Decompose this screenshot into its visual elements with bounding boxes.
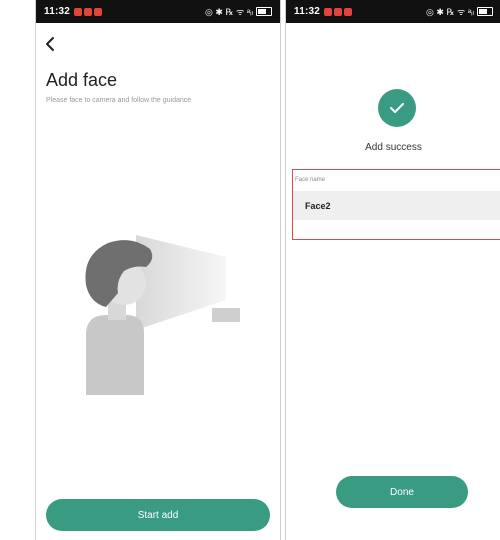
notification-icon: [344, 7, 353, 16]
notification-icon: [94, 7, 103, 16]
success-message: Add success: [365, 142, 422, 153]
notification-icons: [324, 7, 353, 16]
done-button[interactable]: Done: [336, 476, 468, 508]
battery-icon: [256, 7, 272, 16]
notification-icons: [74, 7, 103, 16]
notification-icon: [74, 7, 83, 16]
start-add-button[interactable]: Start add: [46, 499, 270, 531]
status-bar: 11:32 ◎ ✱ ℞ ᯤ ᵃᵢₗ: [286, 0, 500, 23]
page-subtitle: Please face to camera and follow the gui…: [46, 97, 192, 104]
status-time: 11:32: [294, 6, 321, 17]
check-icon: [390, 103, 404, 113]
status-time: 11:32: [44, 6, 71, 17]
success-badge: [378, 89, 416, 127]
chevron-left-icon[interactable]: [44, 36, 58, 52]
notification-icon: [334, 7, 343, 16]
status-bar: 11:32 ◎ ✱ ℞ ᯤ ᵃᵢₗ: [36, 0, 280, 23]
face-name-value: Face2: [305, 201, 331, 211]
add-success-screen: 11:32 ◎ ✱ ℞ ᯤ ᵃᵢₗ Add success Face name …: [285, 0, 500, 540]
system-icons-text: ◎ ✱ ℞ ᯤ ᵃᵢₗ: [426, 7, 474, 17]
notification-icon: [84, 7, 93, 16]
notification-icon: [324, 7, 333, 16]
battery-icon: [477, 7, 493, 16]
face-name-label: Face name: [295, 177, 326, 183]
face-scan-illustration: [85, 235, 240, 395]
page-title: Add face: [46, 70, 118, 90]
system-icons: ◎ ✱ ℞ ᯤ ᵃᵢₗ: [205, 5, 272, 18]
face-name-field[interactable]: Face name Face2: [292, 169, 500, 240]
add-face-screen: 11:32 ◎ ✱ ℞ ᯤ ᵃᵢₗ Add face Please face t…: [35, 0, 281, 540]
system-icons: ◎ ✱ ℞ ᯤ ᵃᵢₗ: [426, 5, 493, 18]
system-icons-text: ◎ ✱ ℞ ᯤ ᵃᵢₗ: [205, 7, 253, 17]
